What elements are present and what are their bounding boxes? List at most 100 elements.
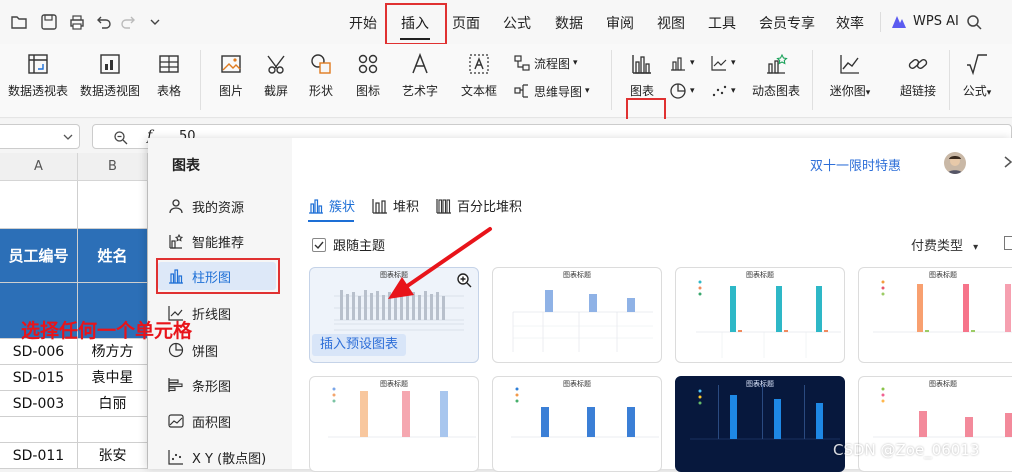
pie-chart-dropdown[interactable]: ▾ [669,82,695,100]
percent-stacked-icon [436,198,451,214]
pivot-chart-icon [100,54,120,74]
search-icon[interactable] [965,13,983,31]
zoom-icon[interactable] [113,130,128,145]
chart-template-card[interactable]: 图表标题 [492,376,662,472]
art-text-button[interactable]: 艺术字 [395,52,445,99]
table-cell[interactable]: SD-003 [0,391,78,417]
bar-chart-icon [168,378,183,392]
table-cell[interactable]: 张安 [78,443,148,469]
tab-percent-stacked[interactable]: 百分比堆积 [436,196,522,215]
chart-insert-panel: 图表 我的资源 智能推荐 柱形图 折线图 饼图 条形图 面积图 X Y (散点图… [148,138,1012,472]
tab-member[interactable]: 会员专享 [759,14,815,34]
header-cell-name[interactable]: 姓名 [78,229,148,283]
sidebar-item-scatter-chart[interactable]: X Y (散点图) [168,443,266,471]
tab-stacked[interactable]: 堆积 [372,196,419,215]
shape-button[interactable]: 形状 [302,52,340,99]
dynamic-chart-button[interactable]: 动态图表 [751,52,801,99]
shape-label: 形状 [308,84,333,98]
tab-clustered[interactable]: 簇状 [308,196,355,215]
redo-icon[interactable] [120,13,138,31]
icon-button[interactable]: 图标 [352,52,384,99]
chevron-down-icon[interactable] [146,13,164,31]
icon-label: 图标 [355,84,380,98]
column-chart-dropdown[interactable]: ▾ [669,54,695,72]
sidebar-item-label: 面积图 [192,415,232,431]
active-tab-underline [400,38,430,40]
hyperlink-button[interactable]: 超链接 [898,52,938,99]
flowchart-button[interactable]: 流程图 ▾ [513,54,578,72]
table-cell[interactable] [0,417,78,443]
pivot-table-button[interactable]: 数据透视表 [7,52,69,99]
table-cell[interactable]: 白丽 [78,391,148,417]
picture-button[interactable]: 图片 [212,52,250,99]
area-chart-icon [168,414,184,428]
column-header-a[interactable]: A [0,153,78,181]
follow-theme-checkbox[interactable]: 跟随主题 [312,235,385,254]
tab-label: 堆积 [393,200,420,215]
cell[interactable] [0,181,78,229]
table-button[interactable]: 表格 [153,52,185,99]
chevron-down-icon [63,134,73,140]
pivot-chart-button[interactable]: 数据透视图 [79,52,141,99]
tab-view[interactable]: 视图 [657,14,685,34]
paid-type-dropdown[interactable]: 付费类型 ▾ [911,235,978,254]
sidebar-item-smart-recommend[interactable]: 智能推荐 [168,227,244,255]
chart-button[interactable]: 图表 [628,52,656,99]
annotation-text: 选择任何一个单元格 [21,320,193,342]
stacked-column-icon [372,198,387,214]
tab-review[interactable]: 审阅 [606,14,634,34]
table-cell[interactable] [78,417,148,443]
chart-template-card[interactable]: 图表标题 [675,267,845,363]
textbox-button[interactable]: 文本框 [454,52,504,99]
sidebar-item-bar-chart[interactable]: 条形图 [168,371,231,399]
table-cell[interactable]: 袁中星 [78,365,148,391]
sparkline-button[interactable]: 迷你图▾ [826,52,874,99]
undo-icon[interactable] [94,13,112,31]
header-cell-employee-id[interactable]: 员工编号 [0,229,78,283]
tab-data[interactable]: 数据 [555,14,583,34]
tab-page[interactable]: 页面 [452,14,480,34]
tab-formula[interactable]: 公式 [503,14,531,34]
chevron-down-icon: ▾ [690,86,695,96]
save-icon[interactable] [40,13,58,31]
formula-button[interactable]: 公式▾ [960,52,994,99]
screenshot-button[interactable]: 截屏 [257,52,295,99]
tab-home[interactable]: 开始 [349,14,377,34]
tab-efficiency[interactable]: 效率 [836,14,864,34]
wps-ai-button[interactable]: WPS AI [891,14,959,29]
tab-tools[interactable]: 工具 [708,14,736,34]
scatter-chart-icon [712,85,727,97]
promo-link[interactable]: 双十一限时特惠 [810,155,901,174]
scatter-chart-dropdown[interactable]: ▾ [710,82,736,100]
chevron-down-icon: ▾ [573,58,578,68]
insert-preset-chart-button[interactable]: 插入预设图表 [312,334,407,356]
pivot-chart-label: 数据透视图 [79,84,140,98]
sqrt-icon [967,54,987,76]
chart-template-card[interactable]: 图表标题 [492,267,662,363]
checkbox[interactable] [312,237,326,252]
table-cell[interactable]: SD-011 [0,443,78,469]
chart-template-card[interactable]: 图表标题 [309,376,479,472]
sidebar-item-label: 条形图 [192,379,232,395]
chevron-right-icon[interactable] [1002,155,1012,169]
name-box[interactable] [0,124,80,149]
divider [880,12,881,32]
mindmap-button[interactable]: 思维导图 ▾ [513,82,590,100]
sparkline-icon [840,55,859,74]
table-icon [159,55,179,73]
sidebar-item-area-chart[interactable]: 面积图 [168,407,231,435]
sidebar-item-my-resources[interactable]: 我的资源 [168,192,244,220]
picture-label: 图片 [218,84,243,98]
scissors-icon [267,55,285,74]
table-cell[interactable]: SD-015 [0,365,78,391]
print-icon[interactable] [68,13,86,31]
line-chart-dropdown[interactable]: ▾ [710,54,736,72]
column-header-b[interactable]: B [78,153,148,181]
chart-template-card[interactable]: 图表标题 [675,376,845,472]
avatar[interactable] [944,152,966,174]
cell[interactable] [78,181,148,229]
chevron-down-icon: ▾ [986,88,992,98]
divider [812,50,813,110]
chart-template-card[interactable]: 图表标题 [858,267,1012,363]
folder-icon[interactable] [10,13,28,31]
